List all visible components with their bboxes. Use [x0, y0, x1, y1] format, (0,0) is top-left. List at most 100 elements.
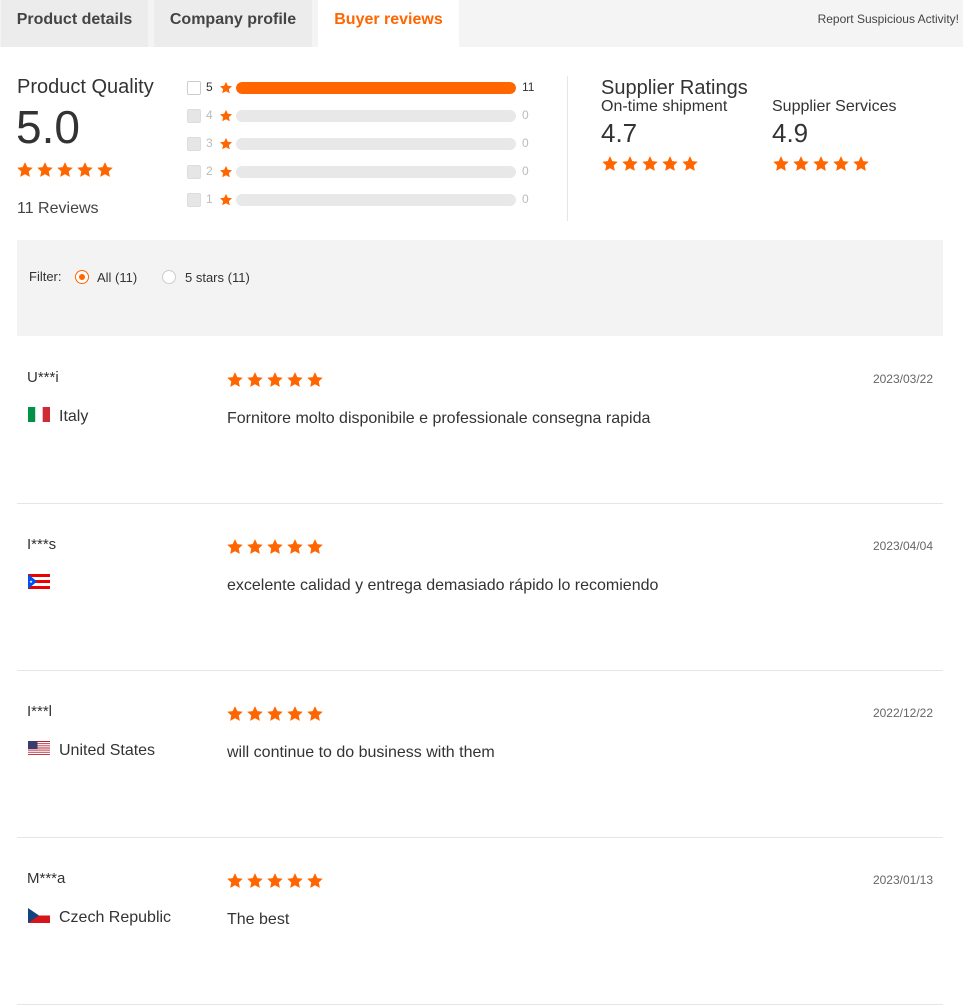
review-date: 2023/03/22	[872, 372, 933, 386]
review-stars	[226, 872, 324, 890]
review-date: 2023/04/04	[872, 539, 933, 553]
rating-count: 0	[522, 192, 529, 206]
rating-filter-checkbox[interactable]	[187, 81, 201, 95]
star-icon	[642, 156, 658, 171]
star-icon	[682, 156, 698, 171]
star-icon	[853, 156, 869, 171]
review-text: will continue to do business with them	[227, 744, 495, 761]
reviewer-name: I***l	[27, 703, 53, 720]
filter-5-stars-radio[interactable]	[162, 270, 176, 284]
supplier-services-score: 4.9	[772, 118, 809, 148]
tab-bar: Product details Company profile Buyer re…	[0, 0, 963, 47]
star-icon	[97, 162, 113, 177]
star-icon	[219, 109, 233, 122]
reviewer-country: Czech Republic	[59, 909, 172, 926]
rating-bar-fill	[236, 82, 516, 94]
star-icon	[219, 81, 233, 94]
review-stars	[226, 371, 324, 389]
rating-bar-track	[236, 166, 516, 178]
star-icon	[307, 873, 323, 888]
star-icon	[219, 137, 233, 150]
star-icon	[227, 539, 243, 554]
star-icon	[57, 162, 73, 177]
on-time-shipment-score: 4.7	[601, 118, 638, 148]
star-icon	[287, 873, 303, 888]
supplier-ratings-title: Supplier Ratings	[601, 77, 748, 99]
star-icon	[227, 873, 243, 888]
star-icon	[622, 156, 638, 171]
rating-filter-checkbox[interactable]	[187, 109, 201, 123]
star-icon	[247, 372, 263, 387]
star-icon	[219, 193, 233, 206]
star-icon	[287, 372, 303, 387]
star-icon	[307, 539, 323, 554]
review-stars	[226, 538, 324, 556]
filter-all-radio[interactable]	[75, 270, 89, 284]
puerto-rico-flag-icon	[28, 574, 50, 589]
review-text: Fornitore molto disponibile e profession…	[227, 410, 651, 427]
reviewer-name: I***s	[27, 536, 57, 553]
filter-label: Filter:	[29, 269, 62, 284]
review-date: 2022/12/22	[872, 706, 933, 720]
star-icon	[227, 706, 243, 721]
tab-company-profile[interactable]: Company profile	[154, 0, 312, 47]
star-icon	[247, 539, 263, 554]
star-icon	[307, 372, 323, 387]
star-icon	[662, 156, 678, 171]
rating-bar-track	[236, 110, 516, 122]
star-icon	[247, 873, 263, 888]
rating-filter-checkbox[interactable]	[187, 193, 201, 207]
product-quality-score: 5.0	[16, 101, 80, 153]
review-date: 2023/01/13	[872, 873, 933, 887]
on-time-shipment-stars	[601, 155, 699, 173]
rating-bar-track	[236, 138, 516, 150]
rating-count: 0	[522, 136, 529, 150]
on-time-shipment-label: On-time shipment	[601, 98, 728, 115]
report-suspicious-activity-link[interactable]: Report Suspicious Activity!	[818, 12, 959, 26]
united-states-flag-icon	[28, 741, 50, 756]
star-icon	[307, 706, 323, 721]
review-item: M***a Czech Republic 2023/01/13 The best	[17, 837, 943, 1005]
star-icon	[773, 156, 789, 171]
rating-star-number: 3	[206, 136, 213, 150]
star-icon	[267, 539, 283, 554]
filter-panel: Filter: All (11) 5 stars (11)	[17, 240, 943, 336]
filter-5-stars-label[interactable]: 5 stars (11)	[185, 270, 250, 285]
rating-filter-checkbox[interactable]	[187, 137, 201, 151]
rating-star-number: 5	[206, 80, 213, 94]
section-divider	[567, 76, 568, 221]
reviewer-country: United States	[59, 742, 156, 759]
review-text: The best	[227, 911, 290, 928]
product-quality-title: Product Quality	[17, 76, 154, 98]
star-icon	[267, 372, 283, 387]
czech-republic-flag-icon	[28, 908, 50, 923]
review-item: I***s 2023/04/04 excelente calidad y entre…	[17, 503, 943, 671]
star-icon	[267, 706, 283, 721]
star-icon	[793, 156, 809, 171]
italy-flag-icon	[28, 407, 50, 422]
star-icon	[77, 162, 93, 177]
star-icon	[602, 156, 618, 171]
star-icon	[227, 372, 243, 387]
tab-product-details[interactable]: Product details	[1, 0, 148, 47]
rating-filter-checkbox[interactable]	[187, 165, 201, 179]
filter-all-label[interactable]: All (11)	[97, 270, 137, 285]
rating-count: 0	[522, 164, 529, 178]
star-icon	[267, 873, 283, 888]
review-count: 11 Reviews	[17, 200, 99, 217]
tab-buyer-reviews[interactable]: Buyer reviews	[318, 0, 459, 47]
rating-star-number: 4	[206, 108, 213, 122]
star-icon	[37, 162, 53, 177]
rating-bar-track	[236, 194, 516, 206]
star-icon	[287, 706, 303, 721]
rating-bar-track	[236, 82, 516, 94]
star-icon	[813, 156, 829, 171]
star-icon	[287, 539, 303, 554]
reviewer-country: Italy	[59, 408, 89, 425]
review-text: excelente calidad y entrega demasiado rá…	[227, 577, 659, 594]
product-quality-stars	[16, 161, 114, 179]
star-icon	[833, 156, 849, 171]
reviewer-name: M***a	[27, 870, 66, 887]
rating-count: 0	[522, 108, 529, 122]
supplier-services-stars	[772, 155, 870, 173]
